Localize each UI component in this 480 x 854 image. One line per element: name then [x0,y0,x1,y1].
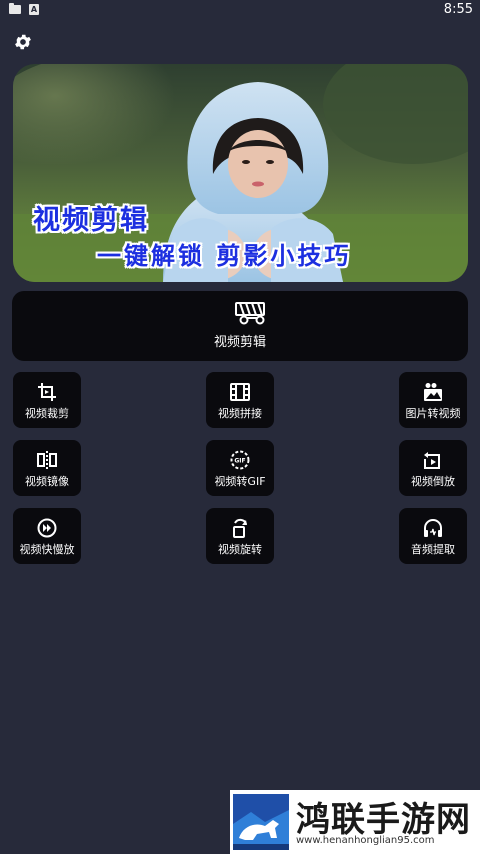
tool-label: 视频旋转 [218,543,262,556]
tool-label: 视频倒放 [411,475,455,488]
mirror-icon [37,451,57,469]
tool-label: 音频提取 [411,543,455,556]
promo-banner[interactable]: 视频剪辑 一键解锁 剪影小技巧 [13,64,468,282]
watermark-title: 鸿联手游网 [296,800,471,840]
tool-video-to-gif[interactable]: GIF 视频转GIF [206,440,274,496]
film-icon [230,383,250,401]
tool-label: 视频镜像 [25,475,69,488]
tool-video-speed[interactable]: 视频快慢放 [13,508,81,564]
reverse-icon [424,452,440,469]
video-edit-label: 视频剪辑 [213,335,266,350]
a-icon: A [29,4,39,15]
rotate-icon [233,518,247,538]
gear-icon[interactable] [13,32,33,52]
folder-icon [9,3,21,14]
tool-label: 图片转视频 [405,407,461,420]
image-video-icon [424,383,442,401]
tool-video-join[interactable]: 视频拼接 [206,372,274,428]
svg-text:GIF: GIF [234,458,245,465]
watermark-url: www.henanhonglian95.com [296,835,435,846]
gif-icon: GIF [230,450,250,470]
tool-video-reverse[interactable]: 视频倒放 [399,440,467,496]
tool-image-to-video[interactable]: 图片转视频 [399,372,467,428]
tool-audio-extract[interactable]: 音频提取 [399,508,467,564]
status-time: 8:55 [443,2,473,17]
speed-icon [37,518,57,538]
tool-label: 视频裁剪 [25,407,69,420]
tool-label: 视频拼接 [218,407,262,420]
tool-video-rotate[interactable]: 视频旋转 [206,508,274,564]
crop-icon [38,383,56,401]
banner-subtitle: 一键解锁 剪影小技巧 [97,242,352,270]
tool-label: 视频转GIF [214,475,266,488]
banner-title: 视频剪辑 [33,205,149,236]
site-watermark: 鸿联手游网 www.henanhonglian95.com [230,790,480,854]
tool-video-crop[interactable]: 视频裁剪 [13,372,81,428]
bull-logo-icon [233,794,289,850]
tool-label: 视频快慢放 [19,543,75,556]
tool-video-mirror[interactable]: 视频镜像 [13,440,81,496]
video-edit-button[interactable]: 视频剪辑 [12,291,468,361]
status-bar: A 8:55 [0,0,480,22]
headphones-icon [424,519,442,537]
clapper-scissors-icon [235,302,265,325]
